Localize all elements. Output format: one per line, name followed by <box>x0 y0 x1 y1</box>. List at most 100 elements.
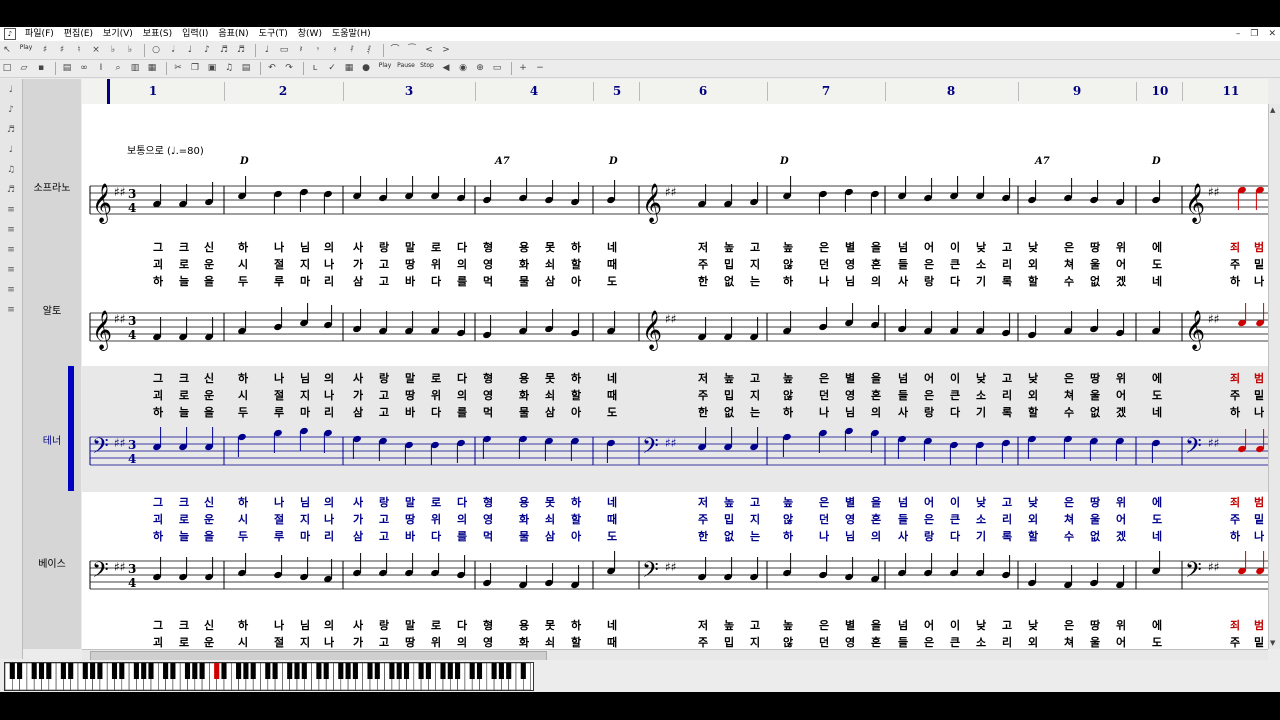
lyric-syllable[interactable]: 아 <box>571 528 581 544</box>
black-key[interactable] <box>455 663 461 679</box>
lyric-syllable[interactable]: 가 <box>353 511 363 527</box>
lyric-syllable[interactable]: 쇠 <box>545 634 555 649</box>
lyric-syllable[interactable]: 을 <box>871 617 881 633</box>
piano-keyboard[interactable] <box>4 662 534 691</box>
lyric-syllable[interactable]: 높 <box>783 239 793 255</box>
lyric-syllable[interactable]: 어 <box>924 494 934 510</box>
lyric-syllable[interactable]: 쳐 <box>1064 511 1074 527</box>
lyric-syllable[interactable]: 울 <box>1090 256 1100 272</box>
lyric-syllable[interactable]: 나 <box>1254 528 1264 544</box>
sharp-icon[interactable]: ♯ <box>55 44 69 57</box>
measure-number[interactable]: 7 <box>811 79 841 104</box>
lyric-syllable[interactable]: 이 <box>950 494 960 510</box>
lyric-syllable[interactable]: 아 <box>571 273 581 289</box>
lyric-syllable[interactable]: 리 <box>1002 511 1012 527</box>
black-key[interactable] <box>9 663 15 679</box>
black-key[interactable] <box>250 663 256 679</box>
lyric-syllable[interactable]: 주 <box>1230 634 1240 649</box>
lyric-syllable[interactable]: 하 <box>1230 528 1240 544</box>
measure-number[interactable]: 10 <box>1145 79 1175 104</box>
lyric-syllable[interactable]: 고 <box>750 239 760 255</box>
lyric-syllable[interactable]: 혼 <box>871 634 881 649</box>
lyric-syllable[interactable]: 소 <box>976 256 986 272</box>
black-key[interactable] <box>148 663 154 679</box>
black-key[interactable] <box>141 663 147 679</box>
lyric-syllable[interactable]: 하 <box>1230 273 1240 289</box>
lyric-syllable[interactable]: 넘 <box>898 239 908 255</box>
lyric-syllable[interactable]: 의 <box>324 617 334 633</box>
lyric-syllable[interactable]: 루 <box>274 273 284 289</box>
lyric-syllable[interactable]: 낮 <box>976 239 986 255</box>
redo-icon[interactable]: ↷ <box>282 62 296 75</box>
lyric-syllable[interactable]: 네 <box>607 617 617 633</box>
lyric-syllable[interactable]: 밑 <box>1254 634 1264 649</box>
lyric-syllable[interactable]: 위 <box>431 387 441 403</box>
lyric-syllable[interactable]: 쇠 <box>545 511 555 527</box>
lyric-syllable[interactable]: 때 <box>607 256 617 272</box>
lyric-syllable[interactable]: 은 <box>1064 494 1074 510</box>
lyric-syllable[interactable]: 저 <box>698 239 708 255</box>
lyric-syllable[interactable]: 형 <box>483 617 493 633</box>
lyric-syllable[interactable]: 먹 <box>483 404 493 420</box>
lyric-syllable[interactable]: 수 <box>1064 273 1074 289</box>
sixteenth-note-icon[interactable]: ♬ <box>4 123 18 137</box>
lyric-syllable[interactable]: 못 <box>545 370 555 386</box>
lyric-syllable[interactable]: 록 <box>1002 404 1012 420</box>
lyric-syllable[interactable]: 바 <box>405 404 415 420</box>
rest-icon[interactable]: 𝅁 <box>362 44 376 57</box>
lyric-syllable[interactable]: 리 <box>1002 634 1012 649</box>
lyric-syllable[interactable]: 로 <box>431 370 441 386</box>
lyric-syllable[interactable]: 위 <box>1116 239 1126 255</box>
menu-staff[interactable]: 보표(S) <box>138 27 177 41</box>
lyric-syllable[interactable]: 울 <box>1090 634 1100 649</box>
lyric-syllable[interactable]: 밉 <box>724 511 734 527</box>
lyric-syllable[interactable]: 어 <box>1116 634 1126 649</box>
lyric-syllable[interactable]: 은 <box>1064 370 1074 386</box>
lyric-syllable[interactable]: 던 <box>819 256 829 272</box>
lyric-syllable[interactable]: 밑 <box>1254 511 1264 527</box>
lyric-syllable[interactable]: 때 <box>607 387 617 403</box>
lyric-syllable[interactable]: 화 <box>519 511 529 527</box>
lyric-syllable[interactable]: 사 <box>353 617 363 633</box>
lyric-syllable[interactable]: 먹 <box>483 273 493 289</box>
lyric-syllable[interactable]: 은 <box>924 256 934 272</box>
lyric-syllable[interactable]: 신 <box>204 370 214 386</box>
lyric-syllable[interactable]: 의 <box>457 256 467 272</box>
black-key[interactable] <box>192 663 198 679</box>
lyric-syllable[interactable]: 없 <box>724 273 734 289</box>
lyric-syllable[interactable]: 높 <box>724 617 734 633</box>
menu-edit[interactable]: 편집(E) <box>59 27 98 41</box>
lyric-syllable[interactable]: 겠 <box>1116 273 1126 289</box>
staff-lines-icon[interactable]: ≡ <box>4 243 18 257</box>
lyric-syllable[interactable]: 사 <box>353 239 363 255</box>
lyric-syllable[interactable]: 들 <box>898 387 908 403</box>
black-key[interactable] <box>184 663 191 679</box>
lyric-syllable[interactable]: 절 <box>274 511 284 527</box>
close-icon[interactable]: ✕ <box>1268 27 1276 41</box>
staff-name-alto[interactable]: 알토 <box>23 302 81 317</box>
staff-lines-icon[interactable]: ≡ <box>4 263 18 277</box>
lyric-syllable[interactable]: 로 <box>179 256 189 272</box>
thirtysecond-note-icon[interactable]: ♬ <box>234 44 248 57</box>
lyric-syllable[interactable]: 소 <box>976 511 986 527</box>
black-key[interactable] <box>82 663 88 679</box>
lyric-syllable[interactable]: 이 <box>950 370 960 386</box>
natural-icon[interactable]: ♮ <box>72 44 86 57</box>
lyric-syllable[interactable]: 화 <box>519 387 529 403</box>
lyric-syllable[interactable]: 형 <box>483 370 493 386</box>
measure-number[interactable]: 8 <box>936 79 966 104</box>
lyric-syllable[interactable]: 한 <box>698 273 708 289</box>
lyric-syllable[interactable]: 신 <box>204 239 214 255</box>
lyric-syllable[interactable]: 그 <box>153 370 163 386</box>
lyric-syllable[interactable]: 바 <box>405 273 415 289</box>
lyric-syllable[interactable]: 들 <box>898 634 908 649</box>
lyric-syllable[interactable]: 큰 <box>950 511 960 527</box>
black-key[interactable] <box>199 663 205 679</box>
chord-icon[interactable]: ♬ <box>4 183 18 197</box>
lyric-syllable[interactable]: 할 <box>1028 528 1038 544</box>
lyric-syllable[interactable]: 를 <box>457 404 467 420</box>
staff-lines-icon[interactable]: ≡ <box>4 203 18 217</box>
lyric-syllable[interactable]: 땅 <box>405 387 415 403</box>
lyric-syllable[interactable]: 가 <box>353 387 363 403</box>
lyric-syllable[interactable]: 별 <box>845 370 855 386</box>
